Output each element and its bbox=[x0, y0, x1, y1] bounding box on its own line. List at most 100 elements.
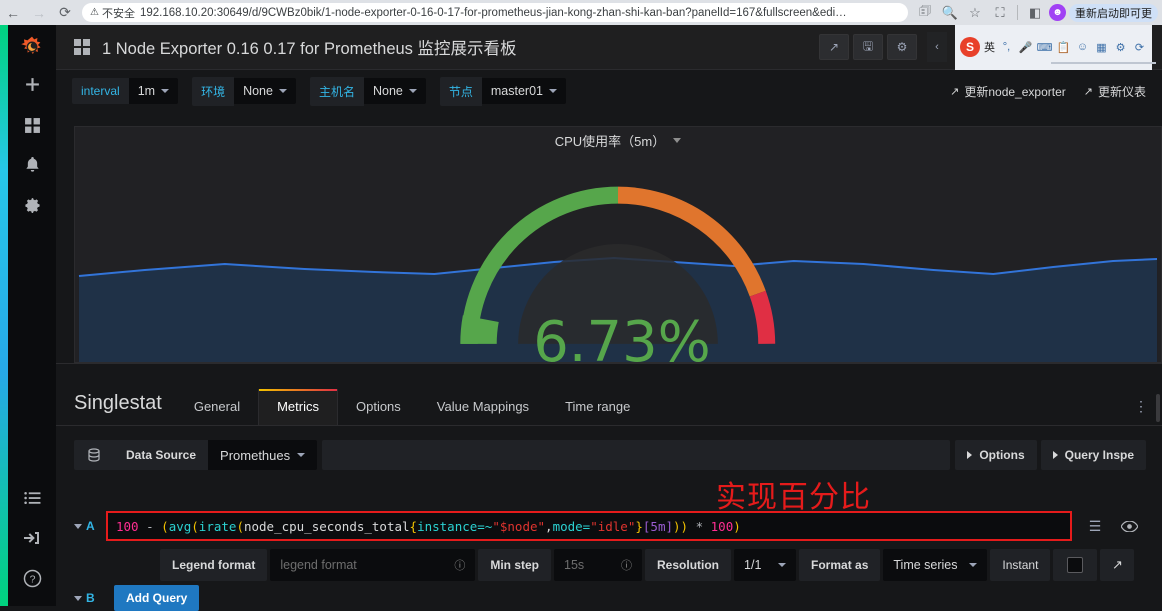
panel-menu-chevron-icon[interactable] bbox=[673, 137, 682, 143]
datasource-value[interactable]: Promethues bbox=[208, 440, 318, 470]
tab-time-range[interactable]: Time range bbox=[547, 389, 648, 425]
grafana-logo-icon[interactable] bbox=[17, 33, 47, 63]
info-icon[interactable]: ⓘ bbox=[444, 557, 465, 573]
add-query-button[interactable]: Add Query bbox=[114, 585, 200, 611]
query-options-row: Legend format legend format ⓘ Min step 1… bbox=[160, 549, 1160, 581]
variable-value-text: master01 bbox=[490, 84, 543, 98]
chevron-down-icon bbox=[778, 563, 787, 567]
editor-tab-bar: Singlestat General Metrics Options Value… bbox=[56, 376, 1162, 426]
external-link-icon: ↗ bbox=[1083, 85, 1093, 98]
expr-token: 100 bbox=[710, 518, 734, 534]
variable-hostname[interactable]: 主机名 None bbox=[309, 76, 426, 106]
variable-value[interactable]: None bbox=[363, 78, 426, 104]
chevron-down-icon bbox=[74, 523, 82, 529]
expr-token: ) bbox=[733, 518, 741, 534]
link-update-dashboard[interactable]: ↗ 更新仪表 bbox=[1084, 83, 1146, 100]
sidebar-item-signin-icon[interactable] bbox=[12, 520, 52, 556]
query-a-toggle[interactable]: A bbox=[74, 519, 106, 533]
sidebar-item-playlist-icon[interactable] bbox=[12, 480, 52, 516]
share-icon[interactable]: ↗ bbox=[819, 34, 849, 60]
resolution-select[interactable]: 1/1 bbox=[734, 549, 797, 581]
url-text: 192.168.10.20:30649/d/9CWBz0bik/1-node-e… bbox=[139, 6, 847, 19]
collapse-chevron-icon[interactable]: ‹ bbox=[927, 32, 947, 62]
variable-value[interactable]: 1m bbox=[128, 78, 179, 104]
datasource-picker[interactable]: Data Source Promethues bbox=[74, 440, 318, 470]
variable-value[interactable]: master01 bbox=[481, 78, 566, 104]
query-eye-icon[interactable] bbox=[1112, 511, 1146, 541]
tab-options[interactable]: Options bbox=[338, 389, 419, 425]
forward-icon[interactable]: → bbox=[26, 0, 52, 25]
options-button[interactable]: Options bbox=[955, 440, 1037, 470]
back-icon[interactable]: ← bbox=[0, 0, 26, 25]
keyboard-icon[interactable]: ⌨ bbox=[1037, 40, 1053, 55]
ime-settings-icon[interactable]: ⚙ bbox=[1113, 40, 1128, 55]
tab-metrics[interactable]: Metrics bbox=[258, 389, 338, 425]
save-icon[interactable]: 🖫 bbox=[853, 34, 883, 60]
panel-header[interactable]: CPU使用率（5m） bbox=[75, 127, 1161, 153]
reload-icon[interactable]: ⟳ bbox=[52, 0, 78, 25]
variable-value[interactable]: None bbox=[234, 78, 296, 104]
query-expression-input[interactable]: 100 - (avg(irate(node_cpu_seconds_total{… bbox=[106, 511, 1072, 541]
editor-right-buttons: Options Query Inspe bbox=[955, 440, 1146, 470]
ime-mode-label[interactable]: 英 bbox=[984, 39, 995, 55]
singlestat-panel[interactable]: CPU使用率（5m） 6.73% bbox=[74, 126, 1162, 363]
resolution-label: Resolution bbox=[645, 549, 732, 581]
ime-punctuation-icon[interactable]: °, bbox=[999, 40, 1014, 55]
expr-token: "idle" bbox=[590, 518, 636, 534]
sidebar-item-create[interactable] bbox=[12, 67, 52, 103]
query-ref-id: A bbox=[86, 519, 95, 533]
sidebar-item-alerting-bell-icon[interactable] bbox=[12, 147, 52, 183]
chevron-down-icon bbox=[161, 89, 170, 93]
address-bar[interactable]: ⚠ 不安全 192.168.10.20:30649/d/9CWBz0bik/1-… bbox=[82, 3, 908, 22]
query-external-link-icon[interactable]: ↗ bbox=[1100, 549, 1135, 581]
zoom-icon[interactable]: 🔍 bbox=[939, 2, 961, 24]
gauge-container: 6.73% bbox=[75, 153, 1161, 363]
dashboard-grid-icon bbox=[74, 39, 90, 55]
query-ref-id: B bbox=[86, 591, 95, 605]
info-icon[interactable]: ⓘ bbox=[611, 557, 632, 573]
restart-prompt-pill[interactable]: 重新启动即可更 bbox=[1069, 3, 1158, 22]
chevron-down-icon bbox=[969, 563, 978, 567]
query-menu-icon[interactable]: ☰ bbox=[1078, 511, 1112, 541]
settings-gear-icon[interactable]: ⚙ bbox=[887, 34, 917, 60]
profile-avatar-icon[interactable]: ☻ bbox=[1049, 4, 1066, 21]
variable-environment[interactable]: 环境 None bbox=[192, 76, 296, 106]
gauge-value-text: 6.73% bbox=[533, 310, 711, 363]
toolbar-divider bbox=[1017, 5, 1018, 20]
variable-node[interactable]: 节点 master01 bbox=[439, 76, 566, 106]
tab-general[interactable]: General bbox=[176, 389, 258, 425]
query-b-toggle[interactable]: B bbox=[74, 591, 106, 605]
query-row-icons: ☰ bbox=[1078, 511, 1146, 541]
legend-format-input[interactable]: legend format ⓘ bbox=[270, 549, 476, 581]
datasource-row-filler bbox=[322, 440, 951, 470]
variable-value-text: None bbox=[372, 84, 403, 98]
variable-interval[interactable]: interval 1m bbox=[72, 78, 179, 104]
link-update-node-exporter[interactable]: ↗ 更新node_exporter bbox=[950, 83, 1066, 100]
editor-scrollbar[interactable] bbox=[1156, 394, 1160, 422]
translate-icon[interactable]: 🗊 bbox=[914, 2, 936, 24]
ime-refresh-icon[interactable]: ⟳ bbox=[1132, 40, 1147, 55]
sidebar-item-help-icon[interactable]: ? bbox=[12, 560, 52, 596]
datasource-value-text: Promethues bbox=[220, 447, 291, 463]
dashboard-links: ↗ 更新node_exporter ↗ 更新仪表 bbox=[950, 83, 1146, 100]
sidebar-item-dashboards[interactable] bbox=[12, 107, 52, 143]
bookmark-star-icon[interactable]: ☆ bbox=[964, 2, 986, 24]
sogou-badge-icon[interactable]: S bbox=[960, 37, 980, 57]
expr-token: [5m] bbox=[642, 518, 673, 534]
sidebar-item-configuration-gear-icon[interactable] bbox=[12, 187, 52, 223]
instant-checkbox[interactable] bbox=[1053, 549, 1098, 581]
tab-value-mappings[interactable]: Value Mappings bbox=[419, 389, 547, 425]
split-view-icon[interactable]: ◧ bbox=[1024, 2, 1046, 24]
not-secure-badge[interactable]: ⚠ 不安全 bbox=[90, 5, 135, 21]
format-as-select[interactable]: Time series bbox=[883, 549, 988, 581]
apps-grid-icon[interactable]: ▦ bbox=[1094, 40, 1109, 55]
extensions-icon[interactable]: ⛶ bbox=[989, 2, 1011, 24]
grafana-side-nav: ? bbox=[8, 25, 56, 606]
emoji-icon[interactable]: ☺ bbox=[1075, 40, 1090, 55]
chevron-down-icon bbox=[408, 89, 417, 93]
expr-token: 100 bbox=[116, 518, 139, 534]
min-step-input[interactable]: 15s ⓘ bbox=[554, 549, 643, 581]
mic-icon[interactable]: 🎤 bbox=[1018, 40, 1033, 55]
query-inspector-button[interactable]: Query Inspe bbox=[1040, 440, 1146, 470]
clipboard-icon[interactable]: 📋 bbox=[1056, 40, 1071, 55]
